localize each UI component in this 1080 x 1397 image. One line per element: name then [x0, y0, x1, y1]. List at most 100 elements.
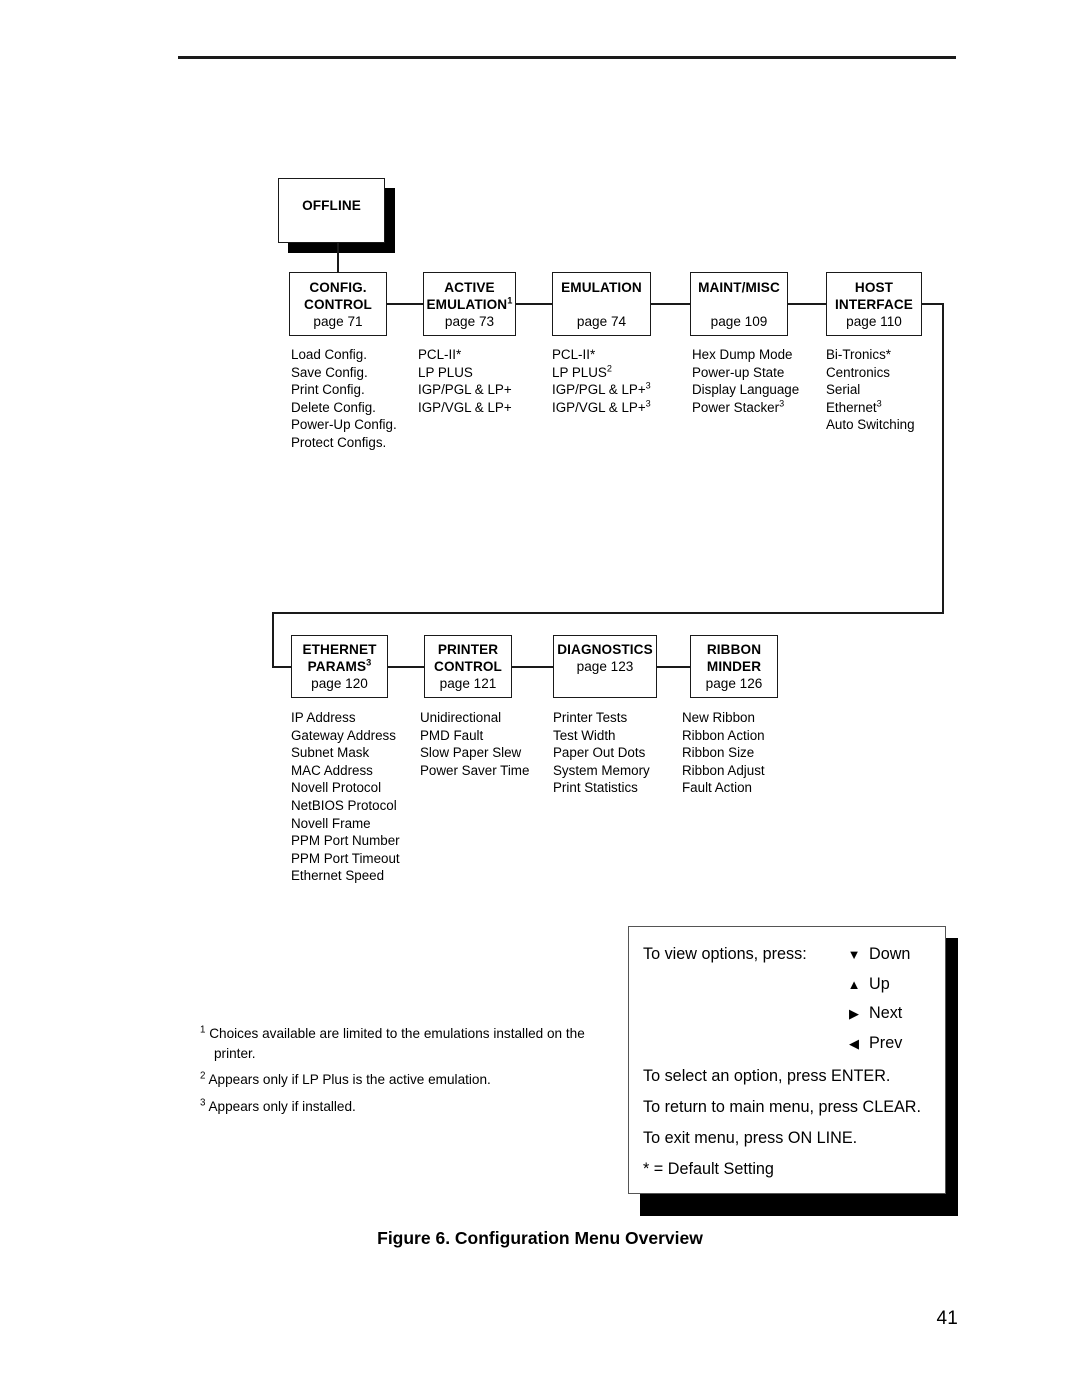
- option-item: PCL-II*: [552, 347, 596, 362]
- option-item: Novell Protocol: [291, 780, 382, 796]
- option-item: MAC Address: [291, 762, 373, 778]
- option-item: Power Saver Time: [420, 762, 530, 778]
- option-item: Test Width: [553, 727, 616, 743]
- option-item: IGP/PGL & LP+: [418, 382, 512, 398]
- key-up[interactable]: ▲ Up: [845, 970, 931, 1000]
- option-item: Print Statistics: [553, 780, 638, 796]
- footnote-item: 1 Choices available are limited to the e…: [200, 1024, 585, 1061]
- option-item: Power Stacker3: [692, 398, 785, 415]
- option-item: Slow Paper Slew: [420, 745, 522, 761]
- option-item: Auto Switching: [826, 417, 915, 433]
- active-emulation-options: PCL-II* LP PLUS IGP/PGL & LP+ IGP/VGL & LP+: [418, 346, 512, 416]
- diagnostics-page: page 123: [576, 659, 634, 674]
- option-item: Novell Frame: [291, 815, 371, 831]
- emulation-title: EMULATION: [561, 280, 642, 295]
- arrow-down-icon: ▼: [847, 947, 861, 962]
- option-item: Print Config.: [291, 382, 365, 398]
- footnote-item: 3 Appears only if installed.: [200, 1096, 356, 1114]
- connector-left-down-to-ethernet: [272, 612, 274, 667]
- connector-config-to-active: [387, 303, 423, 305]
- emulation-title-spacer: [553, 296, 650, 313]
- option-item: Ethernet Speed: [291, 868, 385, 884]
- option-item: PPM Port Number: [291, 833, 400, 849]
- host-interface-page: page 110: [846, 314, 902, 329]
- arrow-left-icon: ◀: [849, 1035, 859, 1051]
- option-item: Delete Config.: [291, 399, 376, 415]
- footnote-ref-2: 2: [606, 363, 612, 374]
- option-item: NetBIOS Protocol: [291, 797, 397, 813]
- key-prev[interactable]: ◀ Prev: [845, 1029, 931, 1059]
- footnote-marker: 3: [200, 1096, 206, 1108]
- footnote-marker: 2: [200, 1070, 206, 1082]
- maint-misc-node: MAINT/MISC page 109: [690, 272, 788, 336]
- option-item: Centronics: [826, 364, 891, 380]
- config-control-page: page 71: [313, 314, 363, 329]
- option-item: PMD Fault: [420, 727, 484, 743]
- active-emulation-title-line1: ACTIVE: [444, 280, 495, 295]
- option-item: Power-up State: [692, 364, 785, 380]
- ribbon-minder-title-line2: MINDER: [706, 659, 762, 674]
- footnote-ref-3: 3: [366, 657, 372, 668]
- key-down-label: Down: [869, 945, 911, 963]
- connector-active-to-emulation: [516, 303, 552, 305]
- option-item: IP Address: [291, 710, 356, 725]
- arrow-right-icon: ▶: [849, 1006, 859, 1021]
- connector-maint-to-host: [788, 303, 826, 305]
- instruction-select-line: To select an option, press ENTER.: [643, 1067, 891, 1085]
- ribbon-minder-options: New Ribbon Ribbon Action Ribbon Size Ribbon…: [682, 709, 765, 797]
- ethernet-params-page: page 120: [311, 676, 368, 691]
- connector-host-down: [942, 303, 944, 613]
- host-interface-node: HOST INTERFACE page 110: [826, 272, 922, 336]
- option-item: Save Config.: [291, 364, 368, 380]
- ribbon-minder-page: page 126: [705, 676, 763, 691]
- instruction-exit-line: To exit menu, press ON LINE.: [643, 1129, 858, 1147]
- option-item: Fault Action: [682, 780, 752, 796]
- active-emulation-page: page 73: [444, 314, 495, 329]
- option-item: Printer Tests: [553, 710, 628, 725]
- diagnostics-options: Printer Tests Test Width Paper Out Dots Sys…: [553, 709, 650, 797]
- figure-caption: Figure 6. Configuration Menu Overview: [377, 1228, 703, 1248]
- connector-printer-to-diagnostics: [512, 666, 553, 668]
- footnote-ref-1: 1: [507, 295, 513, 306]
- printer-control-page: page 121: [439, 676, 497, 691]
- printer-control-title-line2: CONTROL: [434, 659, 502, 674]
- config-control-options: Load Config. Save Config. Print Config. Del…: [291, 346, 397, 452]
- instruction-view-options-row: To view options, press: ▼ Down: [643, 940, 931, 970]
- key-down[interactable]: ▼ Down: [845, 940, 931, 970]
- ribbon-minder-title-line1: RIBBON: [706, 642, 762, 657]
- footnote-ref-3: 3: [779, 398, 785, 409]
- option-item: Power-Up Config.: [291, 417, 397, 433]
- page-header-rule: [178, 56, 956, 59]
- host-interface-title-line1: HOST: [854, 280, 894, 295]
- page-number: 41: [936, 1308, 958, 1329]
- connector-host-exit-stub: [922, 303, 944, 305]
- footnote-ref-3: 3: [645, 398, 651, 409]
- option-item: IGP/VGL & LP+: [418, 399, 512, 415]
- ethernet-params-node: ETHERNET PARAMS3 page 120: [291, 635, 388, 698]
- option-item: Ribbon Action: [682, 727, 765, 743]
- instruction-next-row: ▶ Next: [643, 999, 931, 1029]
- option-item: PPM Port Timeout: [291, 850, 400, 866]
- key-next[interactable]: ▶ Next: [845, 999, 931, 1029]
- instruction-return-line: To return to main menu, press CLEAR.: [643, 1098, 921, 1116]
- footnote-item: 2 Appears only if LP Plus is the active …: [200, 1070, 491, 1087]
- arrow-up-icon: ▲: [847, 976, 861, 992]
- instruction-default-setting-line: * = Default Setting: [643, 1160, 774, 1178]
- footnote-ref-3: 3: [876, 398, 882, 409]
- option-item: Ethernet3: [826, 398, 882, 415]
- printer-control-node: PRINTER CONTROL page 121: [424, 635, 512, 698]
- option-item: PCL-II*: [418, 347, 462, 362]
- key-next-label: Next: [869, 1004, 903, 1022]
- instruction-panel: To view options, press: ▼ Down ▲ Up ▶ Ne…: [628, 926, 946, 1194]
- option-item: Serial: [826, 382, 861, 398]
- emulation-node: EMULATION page 74: [552, 272, 651, 336]
- connector-diagnostics-to-ribbon: [657, 666, 690, 668]
- option-item: IGP/PGL & LP+3: [552, 380, 651, 398]
- connector-bottom-run-left: [272, 612, 944, 614]
- maint-misc-title-spacer: [691, 296, 787, 313]
- ethernet-params-title-line2: PARAMS3: [307, 657, 372, 674]
- option-item: System Memory: [553, 762, 650, 778]
- footnote-marker: 1: [200, 1024, 206, 1036]
- ethernet-params-options: IP Address Gateway Address Subnet Mask MAC …: [291, 709, 400, 885]
- active-emulation-node: ACTIVE EMULATION1 page 73: [423, 272, 516, 336]
